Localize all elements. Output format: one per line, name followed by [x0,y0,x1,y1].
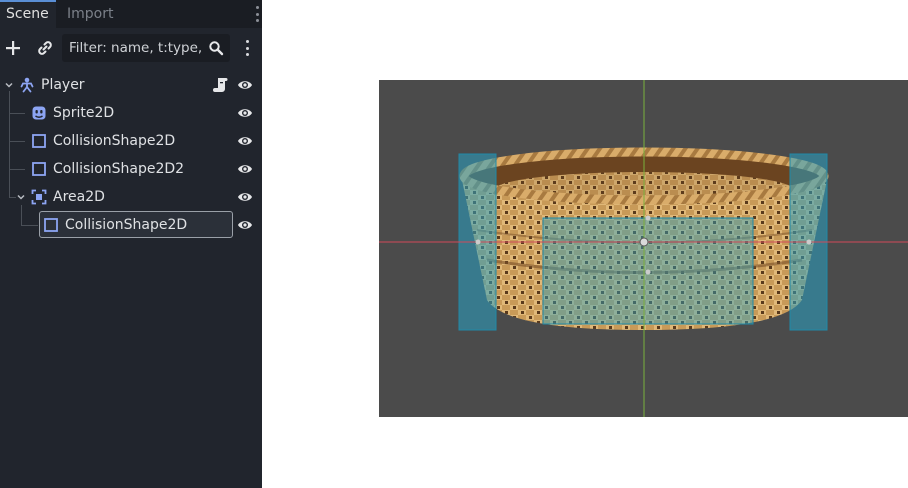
tree-row-area2d[interactable]: Area2D [0,183,262,211]
visibility-eye-icon[interactable] [237,190,253,204]
shape-handle[interactable] [475,239,481,245]
collision-shape-2d-icon [32,162,46,176]
script-icon[interactable] [213,77,228,93]
kebab-menu-icon[interactable] [244,40,250,56]
chevron-down-icon[interactable] [4,80,14,90]
filter-nodes-field[interactable] [62,34,230,62]
dock-tab-menu-icon[interactable] [254,6,260,22]
collision-shape-2d-icon [44,218,58,232]
instantiate-scene-button[interactable] [35,38,55,58]
visibility-eye-icon[interactable] [237,218,253,232]
tree-row-collisionshape2d[interactable]: CollisionShape2D [0,127,262,155]
tab-import[interactable]: Import [61,0,119,28]
visibility-eye-icon[interactable] [237,162,253,176]
area-2d-icon [31,189,47,205]
character-body-2d-icon [20,77,34,93]
sprite-2d-icon [32,106,46,120]
visibility-eye-icon[interactable] [237,78,253,92]
visibility-eye-icon[interactable] [237,134,253,148]
tree-item-label: CollisionShape2D [53,133,176,149]
tree-row-player[interactable]: Player [0,71,262,99]
shape-handle[interactable] [645,269,651,275]
add-node-button[interactable] [3,38,23,58]
visibility-eye-icon[interactable] [237,106,253,120]
collision-shape-2d-icon [32,134,46,148]
tree-item-label: Player [41,77,85,93]
tab-scene[interactable]: Scene [0,0,56,28]
tree-item-label: CollisionShape2D [65,217,188,233]
search-icon[interactable] [208,40,224,56]
link-icon [38,41,52,55]
plus-icon [6,41,20,55]
shape-handle[interactable] [806,239,812,245]
origin-handle[interactable] [639,237,649,247]
scene-dock: Scene Import Filter: name, t:type, Playe… [0,0,262,488]
tree-item-label: Sprite2D [53,105,115,121]
tree-row-sprite2d[interactable]: Sprite2D [0,99,262,127]
viewport-canvas[interactable] [262,0,908,488]
editor-2d-viewport[interactable] [262,0,908,488]
tree-row-collisionshape2d2[interactable]: CollisionShape2D2 [0,155,262,183]
tree-item-label: CollisionShape2D2 [53,161,185,177]
filter-nodes-input[interactable] [62,34,202,62]
scene-toolbar [0,28,262,68]
tree-item-label: Area2D [53,189,105,205]
dock-tab-bar: Scene Import [0,0,262,28]
shape-handle[interactable] [645,215,651,221]
tree-row-area-collisionshape2d[interactable]: CollisionShape2D [0,211,262,239]
chevron-down-icon[interactable] [16,192,26,202]
